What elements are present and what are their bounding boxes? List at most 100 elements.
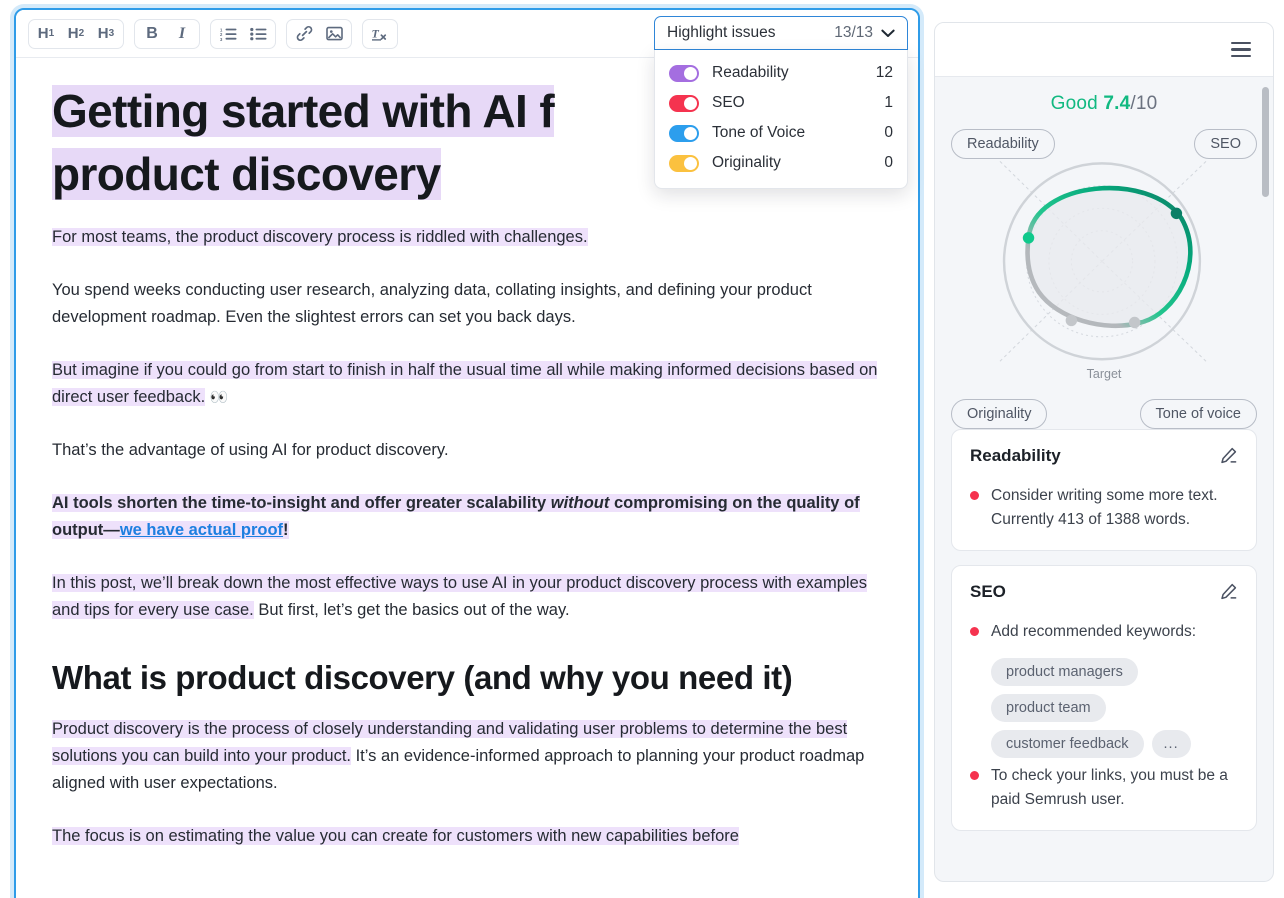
paragraph-6: In this post, we’ll break down the most … (52, 570, 890, 624)
document-subheading: What is product discovery (and why you n… (52, 659, 793, 696)
radar-svg (999, 160, 1207, 362)
h3-sub: 3 (108, 28, 115, 39)
paragraph-3: But imagine if you could go from start t… (52, 357, 890, 411)
seo-issue-keywords-text: Add recommended keywords: (991, 623, 1197, 640)
bullet-list-icon[interactable] (243, 20, 273, 48)
radar-target-label: Target (1086, 367, 1122, 381)
keyword-chip[interactable]: customer feedback (991, 730, 1144, 758)
readability-card: Readability Consider writing some more t… (951, 429, 1257, 551)
seo-card: SEO Add recommended keywords: product ma… (951, 565, 1257, 831)
paragraph-3-text: But imagine if you could go from start t… (52, 361, 878, 406)
highlight-issues-count: 13/13 (834, 24, 873, 41)
keyword-chip[interactable]: product managers (991, 658, 1138, 686)
menu-item-seo-count: 1 (884, 94, 893, 111)
h2-label: H (67, 25, 79, 42)
menu-item-originality-count: 0 (884, 154, 893, 171)
menu-item-originality[interactable]: Originality 0 (655, 148, 907, 178)
toggle-readability[interactable] (669, 64, 699, 82)
bold-icon[interactable]: B (137, 20, 167, 48)
readability-card-header: Readability (970, 446, 1238, 470)
severity-dot (970, 771, 979, 780)
toolbar-group-lists: 1 2 3 (210, 18, 276, 49)
menu-item-readability[interactable]: Readability 12 (655, 58, 907, 88)
paragraph-8-text: The focus is on estimating the value you… (52, 827, 739, 845)
document-title-line1: Getting started with AI f (52, 85, 555, 137)
hamburger-menu-icon[interactable] (1227, 38, 1255, 61)
radar-axis-readability[interactable]: Readability (951, 129, 1055, 159)
pencil-icon[interactable] (1219, 446, 1238, 470)
toolbar-group-inline: B I (134, 18, 200, 49)
score-max: /10 (1130, 93, 1158, 114)
radar-axis-tone-of-voice[interactable]: Tone of voice (1139, 399, 1257, 429)
score-label: Good (1050, 93, 1098, 114)
toolbar-group-headings: H1 H2 H3 (28, 18, 124, 49)
score-value: 7.4 (1103, 93, 1131, 114)
menu-item-readability-count: 12 (875, 64, 893, 81)
paragraph-1-text: For most teams, the product discovery pr… (52, 228, 588, 246)
highlight-issues-menu: Readability 12 SEO 1 Tone of Voice 0 Ori… (654, 50, 908, 189)
severity-dot (970, 627, 979, 636)
menu-item-readability-label: Readability (712, 64, 789, 81)
sidebar-scrollbar[interactable] (1262, 87, 1269, 197)
link-icon[interactable] (289, 20, 319, 48)
italic-icon[interactable]: I (167, 20, 197, 48)
clear-formatting-icon[interactable]: T (365, 20, 395, 48)
image-icon[interactable] (319, 20, 349, 48)
svg-text:3: 3 (220, 36, 223, 40)
paragraph-6-rest: But first, let’s get the basics out of t… (253, 601, 570, 619)
h2-sub: 2 (78, 28, 85, 39)
radar-point-readability (1022, 232, 1035, 244)
menu-item-tone-of-voice[interactable]: Tone of Voice 0 (655, 118, 907, 148)
paragraph-5-italic: without (550, 494, 610, 512)
menu-item-tone-of-voice-count: 0 (884, 124, 893, 141)
highlight-issues-dropdown: Highlight issues 13/13 Readability 12 SE… (654, 16, 908, 189)
toolbar-group-insert (286, 18, 352, 49)
paragraph-5: AI tools shorten the time-to-insight and… (52, 490, 890, 544)
radar-axis-originality[interactable]: Originality (951, 399, 1048, 429)
overall-score: Good 7.4/10 (951, 93, 1257, 115)
readability-issue-text: Consider writing some more text. Current… (991, 487, 1218, 528)
ordered-list-icon[interactable]: 1 2 3 (213, 20, 243, 48)
radar-point-originality (1065, 314, 1078, 327)
paragraph-5-bold-a: AI tools shorten the time-to-insight and… (52, 494, 551, 512)
seo-card-title: SEO (970, 582, 1006, 601)
chevron-down-icon (881, 26, 895, 41)
pencil-icon[interactable] (1219, 582, 1238, 606)
menu-item-seo-label: SEO (712, 94, 745, 111)
heading-3-icon[interactable]: H3 (91, 20, 121, 48)
highlight-issues-toggle[interactable]: Highlight issues 13/13 (654, 16, 908, 50)
radar-axis-seo[interactable]: SEO (1194, 129, 1257, 159)
menu-item-seo[interactable]: SEO 1 (655, 88, 907, 118)
severity-dot (970, 491, 979, 500)
eyes-emoji: 👀 (209, 389, 229, 406)
highlight-issues-label: Highlight issues (667, 24, 776, 41)
radar-point-tone-of-voice (1128, 316, 1141, 329)
analysis-sidebar: Good 7.4/10 Readability SEO Target Origi… (934, 22, 1274, 882)
paragraph-5-bold-c: ! (283, 521, 289, 539)
h3-label: H (97, 25, 109, 42)
menu-item-tone-of-voice-label: Tone of Voice (712, 124, 806, 141)
heading-2-icon[interactable]: H2 (61, 20, 91, 48)
readability-card-title: Readability (970, 446, 1061, 465)
toggle-originality[interactable] (669, 154, 699, 172)
paragraph-7: Product discovery is the process of clos… (52, 716, 890, 797)
inline-link[interactable]: we have actual proof (120, 521, 283, 539)
keyword-chip[interactable]: product team (991, 694, 1106, 722)
paragraph-8: The focus is on estimating the value you… (52, 823, 890, 850)
keyword-chip-more[interactable]: ... (1151, 730, 1191, 758)
sidebar-header (935, 23, 1273, 77)
toggle-tone-of-voice[interactable] (669, 124, 699, 142)
paragraph-2: You spend weeks conducting user research… (52, 281, 812, 326)
radar-pills-top: Readability SEO (951, 129, 1257, 159)
paragraph-1: For most teams, the product discovery pr… (52, 224, 890, 251)
h1-label: H (37, 25, 49, 42)
h1-sub: 1 (48, 28, 55, 39)
seo-issue-keywords: Add recommended keywords: (970, 620, 1238, 644)
seo-issue-links-text: To check your links, you must be a paid … (991, 767, 1228, 808)
radar-point-seo (1170, 207, 1183, 220)
toggle-seo[interactable] (669, 94, 699, 112)
document-title-line2: product discovery (52, 148, 441, 200)
heading-1-icon[interactable]: H1 (31, 20, 61, 48)
keyword-list: product managers product team customer f… (991, 658, 1238, 758)
sidebar-scroll-area: Good 7.4/10 Readability SEO Target Origi… (935, 77, 1273, 881)
